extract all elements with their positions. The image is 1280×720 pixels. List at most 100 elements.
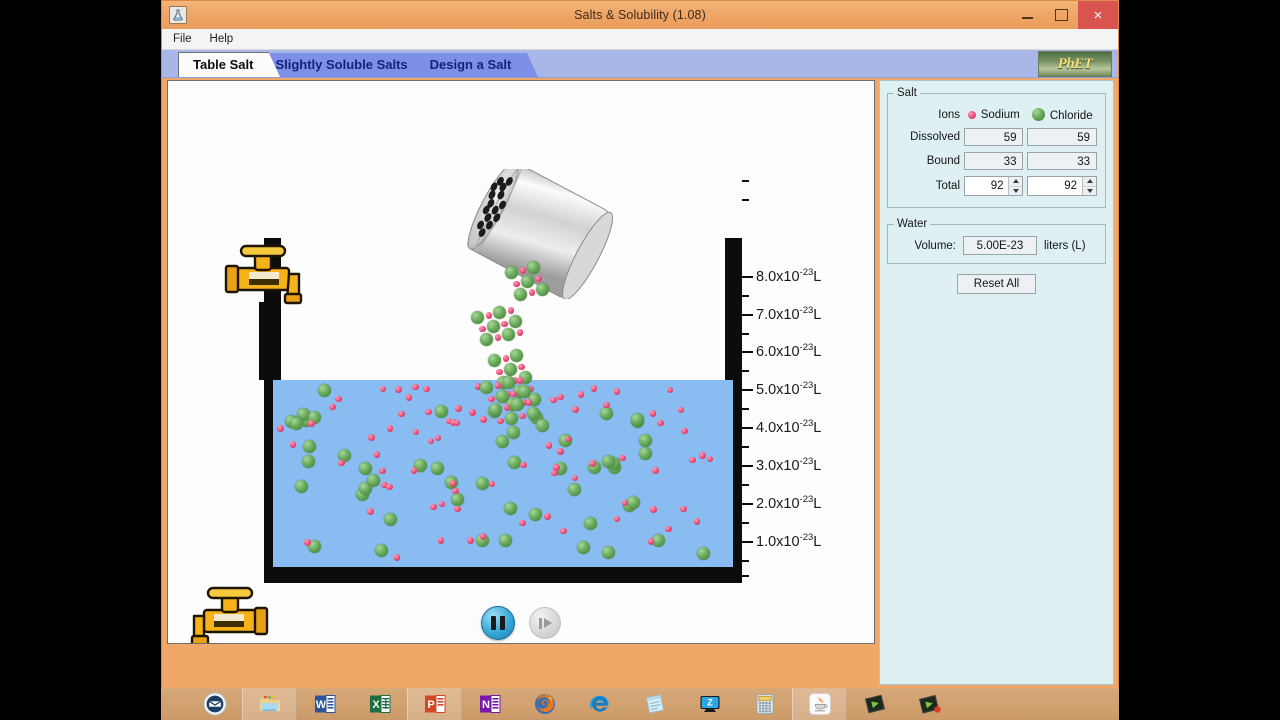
crystal-chloride-ion: [526, 406, 540, 420]
cell-chloride-bound: 33: [1025, 149, 1099, 173]
minimize-button[interactable]: [1010, 1, 1044, 29]
zoom-icon: Z: [698, 692, 722, 716]
chloride-total-spinner[interactable]: 92: [1027, 176, 1097, 196]
java-icon: [808, 692, 832, 716]
taskbar-item-excel[interactable]: X: [352, 688, 407, 720]
menu-item-help[interactable]: Help: [207, 32, 237, 46]
sodium-ion: [572, 406, 579, 413]
chloride-total-decrement[interactable]: [1083, 185, 1096, 196]
taskbar-item-internet-explorer[interactable]: [572, 688, 627, 720]
chloride-ion: [289, 417, 303, 430]
taskbar-item-word[interactable]: W: [297, 688, 352, 720]
taskbar-item-sticky-notes[interactable]: [627, 688, 682, 720]
taskbar-item-camtasia-editor[interactable]: [847, 688, 902, 720]
sodium-ion: [689, 456, 696, 464]
legend-chloride-label: Chloride: [1049, 110, 1093, 122]
sodium-ion: [277, 425, 284, 432]
phet-logo[interactable]: PhET: [1038, 51, 1112, 77]
chloride-total-arrows: [1082, 177, 1096, 195]
sodium-total-value: 92: [990, 180, 1004, 192]
menu-item-file[interactable]: File: [170, 32, 195, 46]
camtasia-editor-icon: [863, 692, 887, 716]
tab-strip: Table Salt Slightly Soluble Salts Design…: [162, 50, 1118, 78]
simulation-canvas[interactable]: 8.0x10-23L 7.0x10-23L 6.0x10-23L 5.0x10-23L…: [167, 80, 875, 644]
crystal-chloride-ion: [520, 274, 534, 288]
sodium-ion: [550, 396, 557, 404]
sodium-ion: [699, 452, 706, 459]
scale-label: 4.0x10-23L: [756, 418, 822, 436]
scale-label: 6.0x10-23L: [756, 342, 822, 360]
taskbar-item-firefox[interactable]: [517, 688, 572, 720]
table-row-total: Total 92 92: [894, 173, 1099, 199]
scale-tick-minor: [742, 575, 749, 577]
chloride-bound-value: 33: [1027, 152, 1097, 170]
taskbar: WXPN Z: [161, 688, 1119, 720]
tab-design-a-salt[interactable]: Design a Salt: [415, 53, 538, 77]
scale-label: 7.0x10-23L: [756, 305, 822, 323]
taskbar-item-onenote[interactable]: N: [462, 688, 517, 720]
taskbar-item-powerpoint[interactable]: P: [407, 688, 462, 720]
step-button[interactable]: [529, 607, 561, 639]
salt-group-title: Salt: [897, 87, 917, 99]
tab-slightly-soluble-salts[interactable]: Slightly Soluble Salts: [261, 53, 435, 77]
scale-tick-minor: [742, 199, 749, 201]
sodium-ion: [657, 419, 664, 427]
chloride-ion: [495, 434, 509, 448]
firefox-icon: [533, 692, 557, 716]
chloride-ion: [450, 492, 464, 506]
chloride-ion: [302, 439, 316, 453]
sodium-ion: [425, 408, 432, 416]
reset-all-button[interactable]: Reset All: [956, 274, 1037, 294]
scale-tick-major: [742, 389, 753, 391]
sodium-ion: [544, 513, 551, 520]
calculator-icon: [753, 692, 777, 716]
taskbar-item-file-explorer[interactable]: [242, 688, 297, 720]
crystal-sodium-ion: [510, 390, 517, 397]
legend-chloride: Chloride: [1025, 105, 1099, 125]
sodium-ion-icon: [967, 111, 976, 119]
sodium-total-increment[interactable]: [1009, 177, 1022, 186]
sodium-ion: [412, 383, 419, 391]
salt-group: Salt Ions Sodium Chloride Dissolved 59 5…: [887, 87, 1106, 208]
close-button[interactable]: ×: [1078, 1, 1118, 29]
sodium-bound-value: 33: [964, 152, 1024, 170]
crystal-chloride-ion: [502, 376, 515, 389]
water-group-title: Water: [897, 218, 928, 230]
mail-icon: [203, 692, 227, 716]
sodium-dissolved-value: 59: [964, 128, 1024, 146]
pause-button[interactable]: [481, 606, 515, 640]
crystal-sodium-ion: [496, 368, 503, 375]
scale-tick-minor: [742, 370, 749, 372]
chloride-ion: [503, 501, 517, 515]
crystal-sodium-ion: [502, 355, 509, 362]
chloride-ion: [507, 455, 521, 469]
svg-text:Z: Z: [707, 698, 713, 708]
maximize-button[interactable]: [1044, 1, 1078, 29]
chloride-total-increment[interactable]: [1083, 177, 1096, 186]
taskbar-item-zoom[interactable]: Z: [682, 688, 737, 720]
taskbar-item-java[interactable]: [792, 688, 847, 720]
tab-table-salt[interactable]: Table Salt: [178, 52, 281, 77]
sodium-ion: [545, 442, 553, 449]
salt-shaker[interactable]: [458, 161, 618, 302]
phet-logo-text: PhET: [1057, 55, 1093, 72]
sodium-ion: [410, 467, 418, 474]
chloride-ion: [535, 419, 549, 433]
sodium-ion: [430, 503, 437, 511]
crystal-chloride-ion: [502, 328, 515, 341]
sodium-total-spinner[interactable]: 92: [964, 176, 1024, 196]
taskbar-item-calculator[interactable]: [737, 688, 792, 720]
control-panel: Salt Ions Sodium Chloride Dissolved 59 5…: [879, 80, 1114, 685]
water-group: Water Volume: 5.00E-23 liters (L): [887, 218, 1106, 264]
sodium-total-decrement[interactable]: [1009, 185, 1023, 196]
crystal-sodium-ion: [528, 289, 535, 296]
chloride-ion: [383, 512, 397, 526]
taskbar-item-camtasia-recorder[interactable]: [902, 688, 957, 720]
beaker-bottom-wall: [264, 566, 742, 583]
cell-sodium-dissolved: 59: [962, 125, 1025, 149]
file-explorer-icon: [258, 692, 282, 716]
sodium-ion: [650, 506, 657, 513]
scale-label: 3.0x10-23L: [756, 456, 822, 474]
row-label-dissolved: Dissolved: [910, 131, 960, 143]
taskbar-item-mail[interactable]: [187, 688, 242, 720]
